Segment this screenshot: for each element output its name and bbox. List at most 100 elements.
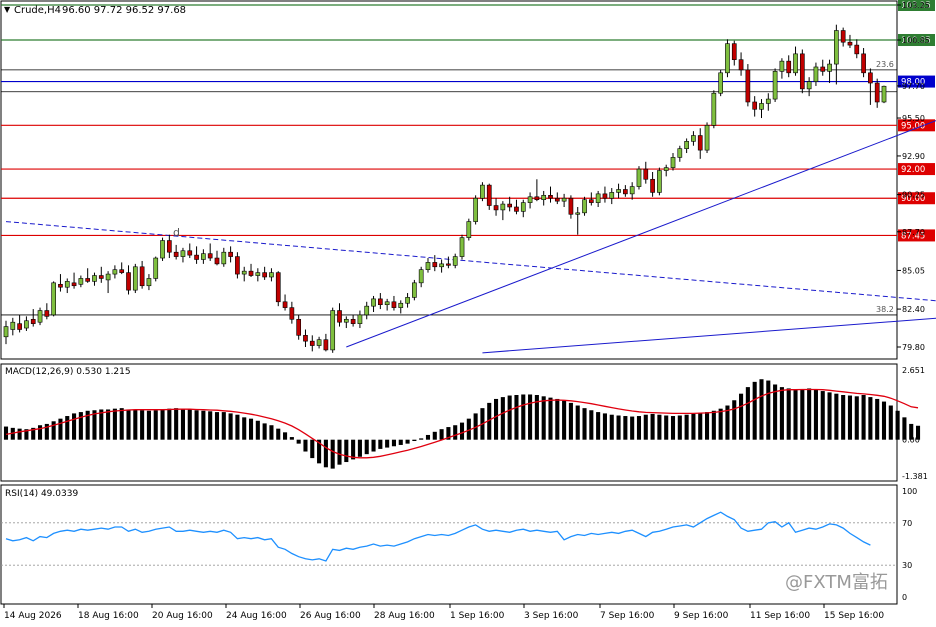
time-axis-label: 20 Aug 16:00: [152, 611, 213, 621]
candle-body: [377, 298, 383, 306]
macd-axis-label: 0.00: [902, 436, 920, 445]
macd-histogram-bar: [643, 414, 648, 440]
macd-histogram-bar: [616, 415, 621, 440]
macd-histogram-bar: [459, 422, 465, 440]
macd-histogram-bar: [208, 411, 213, 440]
symbol-dropdown-icon[interactable]: ▼: [4, 5, 11, 14]
macd-axis-label: -1.381: [902, 472, 928, 481]
candle-body: [51, 282, 56, 316]
candle-body: [725, 43, 730, 74]
candle-body: [677, 148, 683, 158]
macd-histogram-bar: [854, 396, 859, 440]
candle-body: [398, 302, 404, 308]
candle-body: [58, 283, 63, 288]
candle-body: [316, 339, 322, 346]
candlestick-chart[interactable]: 23.638.2103.25100.8598.0095.0092.0090.00…: [0, 0, 936, 624]
price-axis-label: 90.25: [902, 191, 925, 200]
pattern-label: d: [173, 226, 180, 239]
candle-body: [412, 282, 417, 298]
candle-body: [3, 326, 9, 338]
macd-histogram-bar: [521, 394, 526, 440]
macd-histogram-bar: [78, 412, 83, 440]
macd-histogram-bar: [194, 410, 199, 440]
candle-body: [330, 310, 336, 351]
candle-body: [364, 305, 370, 316]
candle-body: [602, 193, 608, 199]
macd-histogram-bar: [310, 439, 315, 459]
candle-body: [85, 278, 91, 282]
candle-body: [759, 103, 764, 110]
time-axis-label: 15 Sep 16:00: [824, 611, 884, 621]
macd-histogram-bar: [37, 425, 43, 440]
macd-histogram-bar: [391, 439, 396, 447]
candle-body: [44, 310, 50, 317]
macd-histogram-bar: [126, 409, 131, 440]
macd-histogram-bar: [773, 384, 778, 440]
candle-body: [296, 318, 302, 336]
macd-histogram-bar: [269, 425, 274, 440]
macd-histogram-bar: [58, 418, 63, 440]
macd-histogram-bar: [820, 391, 825, 440]
macd-histogram-bar: [575, 405, 580, 440]
macd-histogram-bar: [344, 439, 349, 463]
candle-body: [132, 266, 138, 291]
price-axis-label: 103.25: [902, 1, 930, 10]
candle-body: [153, 257, 159, 279]
candle-body: [10, 321, 16, 330]
candle-body: [541, 195, 547, 200]
macd-histogram-bar: [419, 438, 424, 440]
macd-histogram-bar: [514, 395, 519, 440]
time-axis-label: 3 Sep 16:00: [524, 611, 579, 621]
macd-histogram-bar: [248, 418, 254, 440]
candle-body: [459, 237, 465, 257]
price-axis-label: 79.80: [902, 343, 925, 352]
candle-body: [765, 98, 771, 104]
macd-histogram-bar: [875, 398, 880, 440]
fib-level-label: 23.6: [876, 60, 894, 69]
macd-histogram-bar: [187, 409, 192, 440]
candle-body: [636, 168, 642, 187]
macd-histogram-bar: [283, 432, 288, 440]
candle-body: [282, 301, 288, 308]
macd-histogram-bar: [684, 414, 689, 440]
macd-histogram-bar: [65, 416, 70, 440]
macd-histogram-bar: [398, 439, 403, 445]
candle-body: [820, 66, 826, 72]
candle-body: [806, 81, 812, 90]
candle-body: [425, 262, 431, 271]
macd-histogram-bar: [364, 439, 369, 455]
candle-body: [146, 278, 152, 287]
candle-body: [493, 205, 499, 211]
candle-body: [534, 196, 540, 200]
candle-body: [827, 63, 832, 72]
rsi-label: RSI(14) 49.0339: [5, 489, 78, 499]
macd-histogram-bar: [112, 408, 117, 440]
macd-histogram-bar: [303, 439, 308, 452]
macd-histogram-bar: [17, 428, 22, 440]
candle-body: [650, 178, 655, 193]
candle-body: [568, 197, 574, 215]
level-price-tag-label: 92.00: [901, 165, 925, 175]
candle-body: [738, 59, 744, 71]
macd-label: MACD(12,26,9) 0.530 1.215: [5, 367, 131, 377]
macd-histogram-bar: [160, 409, 165, 440]
candle-body: [439, 263, 444, 268]
candle-body: [731, 43, 737, 60]
price-axis-label: 100.85: [902, 36, 930, 45]
macd-histogram-bar: [405, 439, 410, 444]
fib-level-label: 38.2: [876, 305, 894, 314]
candle-body: [840, 30, 846, 43]
macd-histogram-bar: [214, 412, 220, 440]
macd-histogram-bar: [630, 416, 635, 440]
candle-body: [486, 184, 492, 206]
candle-body: [799, 53, 805, 90]
price-axis-label: 97.70: [902, 82, 925, 91]
candle-body: [432, 262, 438, 268]
candle-body: [391, 301, 397, 308]
macd-histogram-bar: [813, 389, 818, 440]
candle-body: [357, 314, 363, 324]
candle-body: [595, 193, 601, 203]
macd-histogram-bar: [500, 397, 505, 440]
candle-body: [548, 195, 553, 199]
macd-histogram-bar: [562, 400, 567, 440]
